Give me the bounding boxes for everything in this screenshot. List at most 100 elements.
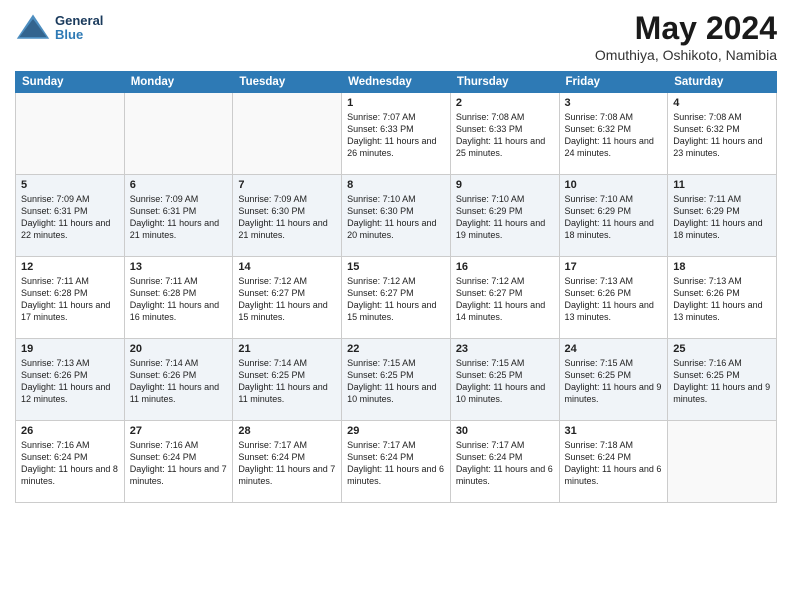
- day-info: Sunrise: 7:14 AM Sunset: 6:25 PM Dayligh…: [238, 357, 336, 406]
- day-number: 11: [673, 179, 771, 191]
- title-block: May 2024 Omuthiya, Oshikoto, Namibia: [595, 10, 777, 63]
- day-info: Sunrise: 7:17 AM Sunset: 6:24 PM Dayligh…: [347, 439, 445, 488]
- day-number: 23: [456, 343, 554, 355]
- calendar-cell: 22 Sunrise: 7:15 AM Sunset: 6:25 PM Dayli…: [342, 339, 451, 421]
- day-info: Sunrise: 7:13 AM Sunset: 6:26 PM Dayligh…: [673, 275, 771, 324]
- calendar-cell: 11Sunrise: 7:11 AM Sunset: 6:29 PM Dayli…: [668, 175, 777, 257]
- day-number: 19: [21, 343, 119, 355]
- logo: General Blue: [15, 10, 103, 46]
- logo-general: General: [55, 14, 103, 28]
- calendar-cell: 18 Sunrise: 7:13 AM Sunset: 6:26 PM Dayli…: [668, 257, 777, 339]
- day-info: Sunrise: 7:17 AM Sunset: 6:24 PM Dayligh…: [456, 439, 554, 488]
- day-info: Sunrise: 7:18 AM Sunset: 6:24 PM Dayligh…: [565, 439, 663, 488]
- header: General Blue May 2024 Omuthiya, Oshikoto…: [15, 10, 777, 63]
- day-info: Sunrise: 7:10 AM Sunset: 6:29 PM Dayligh…: [565, 193, 663, 242]
- day-info: Sunrise: 7:11 AM Sunset: 6:28 PM Dayligh…: [21, 275, 119, 324]
- day-number: 15: [347, 261, 445, 273]
- calendar-cell: 7 Sunrise: 7:09 AM Sunset: 6:30 PM Daylig…: [233, 175, 342, 257]
- day-number: 17: [565, 261, 663, 273]
- calendar-cell: [16, 93, 125, 175]
- day-number: 9: [456, 179, 554, 191]
- day-number: 16: [456, 261, 554, 273]
- day-number: 12: [21, 261, 119, 273]
- day-info: Sunrise: 7:16 AM Sunset: 6:24 PM Dayligh…: [21, 439, 119, 488]
- calendar-cell: 16 Sunrise: 7:12 AM Sunset: 6:27 PM Dayli…: [450, 257, 559, 339]
- day-number: 31: [565, 425, 663, 437]
- day-info: Sunrise: 7:17 AM Sunset: 6:24 PM Dayligh…: [238, 439, 336, 488]
- calendar-cell: 26 Sunrise: 7:16 AM Sunset: 6:24 PM Dayli…: [16, 421, 125, 503]
- page: General Blue May 2024 Omuthiya, Oshikoto…: [0, 0, 792, 612]
- calendar-cell: 6 Sunrise: 7:09 AM Sunset: 6:31 PM Daylig…: [124, 175, 233, 257]
- day-number: 18: [673, 261, 771, 273]
- day-info: Sunrise: 7:10 AM Sunset: 6:29 PM Dayligh…: [456, 193, 554, 242]
- day-number: 8: [347, 179, 445, 191]
- day-info: Sunrise: 7:13 AM Sunset: 6:26 PM Dayligh…: [21, 357, 119, 406]
- weekday-header-wednesday: Wednesday: [342, 72, 451, 93]
- calendar-cell: 3Sunrise: 7:08 AM Sunset: 6:32 PM Daylig…: [559, 93, 668, 175]
- day-info: Sunrise: 7:15 AM Sunset: 6:25 PM Dayligh…: [456, 357, 554, 406]
- calendar-cell: 5 Sunrise: 7:09 AM Sunset: 6:31 PM Daylig…: [16, 175, 125, 257]
- calendar-cell: 23 Sunrise: 7:15 AM Sunset: 6:25 PM Dayli…: [450, 339, 559, 421]
- day-number: 22: [347, 343, 445, 355]
- day-info: Sunrise: 7:08 AM Sunset: 6:32 PM Dayligh…: [673, 111, 771, 160]
- day-number: 7: [238, 179, 336, 191]
- logo-blue: Blue: [55, 28, 103, 42]
- calendar-cell: 20 Sunrise: 7:14 AM Sunset: 6:26 PM Dayli…: [124, 339, 233, 421]
- day-number: 6: [130, 179, 228, 191]
- day-info: Sunrise: 7:10 AM Sunset: 6:30 PM Dayligh…: [347, 193, 445, 242]
- weekday-header-saturday: Saturday: [668, 72, 777, 93]
- calendar-cell: 24 Sunrise: 7:15 AM Sunset: 6:25 PM Dayli…: [559, 339, 668, 421]
- calendar-cell: [124, 93, 233, 175]
- day-info: Sunrise: 7:15 AM Sunset: 6:25 PM Dayligh…: [347, 357, 445, 406]
- calendar-cell: 19 Sunrise: 7:13 AM Sunset: 6:26 PM Dayli…: [16, 339, 125, 421]
- calendar-cell: 29Sunrise: 7:17 AM Sunset: 6:24 PM Dayli…: [342, 421, 451, 503]
- day-info: Sunrise: 7:09 AM Sunset: 6:31 PM Dayligh…: [130, 193, 228, 242]
- calendar-cell: 12 Sunrise: 7:11 AM Sunset: 6:28 PM Dayli…: [16, 257, 125, 339]
- day-number: 13: [130, 261, 228, 273]
- day-info: Sunrise: 7:15 AM Sunset: 6:25 PM Dayligh…: [565, 357, 663, 406]
- weekday-header-tuesday: Tuesday: [233, 72, 342, 93]
- calendar-cell: 8 Sunrise: 7:10 AM Sunset: 6:30 PM Daylig…: [342, 175, 451, 257]
- calendar-cell: 17Sunrise: 7:13 AM Sunset: 6:26 PM Dayli…: [559, 257, 668, 339]
- day-info: Sunrise: 7:12 AM Sunset: 6:27 PM Dayligh…: [347, 275, 445, 324]
- day-number: 21: [238, 343, 336, 355]
- calendar-cell: 13 Sunrise: 7:11 AM Sunset: 6:28 PM Dayli…: [124, 257, 233, 339]
- calendar-cell: 25Sunrise: 7:16 AM Sunset: 6:25 PM Dayli…: [668, 339, 777, 421]
- weekday-header-row: SundayMondayTuesdayWednesdayThursdayFrid…: [16, 72, 777, 93]
- calendar-cell: 30 Sunrise: 7:17 AM Sunset: 6:24 PM Dayli…: [450, 421, 559, 503]
- title-month: May 2024: [595, 10, 777, 47]
- day-number: 1: [347, 97, 445, 109]
- week-row-2: 12 Sunrise: 7:11 AM Sunset: 6:28 PM Dayli…: [16, 257, 777, 339]
- calendar-cell: 1Sunrise: 7:07 AM Sunset: 6:33 PM Daylig…: [342, 93, 451, 175]
- day-number: 3: [565, 97, 663, 109]
- calendar-cell: 4Sunrise: 7:08 AM Sunset: 6:32 PM Daylig…: [668, 93, 777, 175]
- day-number: 24: [565, 343, 663, 355]
- day-number: 14: [238, 261, 336, 273]
- calendar-cell: 31 Sunrise: 7:18 AM Sunset: 6:24 PM Dayli…: [559, 421, 668, 503]
- day-info: Sunrise: 7:12 AM Sunset: 6:27 PM Dayligh…: [238, 275, 336, 324]
- title-location: Omuthiya, Oshikoto, Namibia: [595, 47, 777, 63]
- calendar-cell: 10Sunrise: 7:10 AM Sunset: 6:29 PM Dayli…: [559, 175, 668, 257]
- day-number: 20: [130, 343, 228, 355]
- day-number: 25: [673, 343, 771, 355]
- week-row-0: 1Sunrise: 7:07 AM Sunset: 6:33 PM Daylig…: [16, 93, 777, 175]
- day-number: 26: [21, 425, 119, 437]
- calendar-cell: 2Sunrise: 7:08 AM Sunset: 6:33 PM Daylig…: [450, 93, 559, 175]
- day-info: Sunrise: 7:14 AM Sunset: 6:26 PM Dayligh…: [130, 357, 228, 406]
- day-info: Sunrise: 7:08 AM Sunset: 6:33 PM Dayligh…: [456, 111, 554, 160]
- day-number: 30: [456, 425, 554, 437]
- day-info: Sunrise: 7:16 AM Sunset: 6:24 PM Dayligh…: [130, 439, 228, 488]
- calendar-cell: 9 Sunrise: 7:10 AM Sunset: 6:29 PM Daylig…: [450, 175, 559, 257]
- day-info: Sunrise: 7:12 AM Sunset: 6:27 PM Dayligh…: [456, 275, 554, 324]
- day-info: Sunrise: 7:09 AM Sunset: 6:30 PM Dayligh…: [238, 193, 336, 242]
- weekday-header-monday: Monday: [124, 72, 233, 93]
- day-number: 5: [21, 179, 119, 191]
- day-number: 27: [130, 425, 228, 437]
- week-row-4: 26 Sunrise: 7:16 AM Sunset: 6:24 PM Dayli…: [16, 421, 777, 503]
- day-info: Sunrise: 7:09 AM Sunset: 6:31 PM Dayligh…: [21, 193, 119, 242]
- logo-text: General Blue: [55, 14, 103, 43]
- day-info: Sunrise: 7:11 AM Sunset: 6:28 PM Dayligh…: [130, 275, 228, 324]
- weekday-header-sunday: Sunday: [16, 72, 125, 93]
- calendar-cell: 14 Sunrise: 7:12 AM Sunset: 6:27 PM Dayli…: [233, 257, 342, 339]
- calendar-cell: 27 Sunrise: 7:16 AM Sunset: 6:24 PM Dayli…: [124, 421, 233, 503]
